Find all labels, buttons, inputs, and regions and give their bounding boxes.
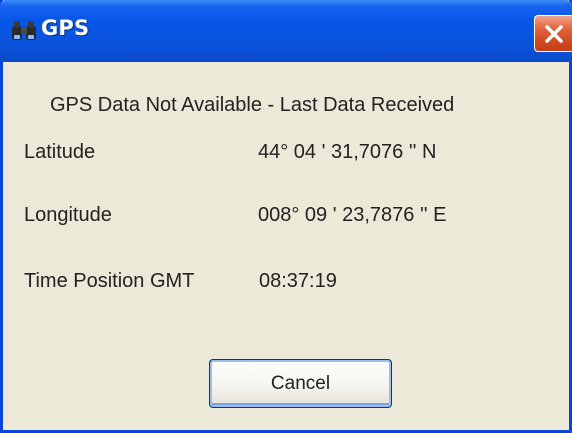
time-position-label: Time Position GMT: [24, 270, 195, 292]
latitude-label: Latitude: [24, 141, 96, 163]
time-position-value: 08:37:19: [259, 270, 337, 292]
window-title: GPS: [41, 16, 90, 40]
latitude-value: 44° 04 ' 31,7076 '' N: [258, 141, 437, 163]
binoculars-icon: [10, 20, 38, 42]
longitude-label: Longitude: [24, 204, 112, 226]
close-icon: [545, 25, 563, 43]
status-message: GPS Data Not Available - Last Data Recei…: [50, 94, 455, 116]
cancel-button[interactable]: Cancel: [209, 359, 392, 408]
gps-dialog-window: GPS GPS Data Not Available - Last Data R…: [0, 0, 572, 433]
title-bar[interactable]: GPS: [0, 0, 572, 62]
close-button[interactable]: [534, 15, 572, 52]
longitude-value: 008° 09 ' 23,7876 '' E: [258, 204, 447, 226]
